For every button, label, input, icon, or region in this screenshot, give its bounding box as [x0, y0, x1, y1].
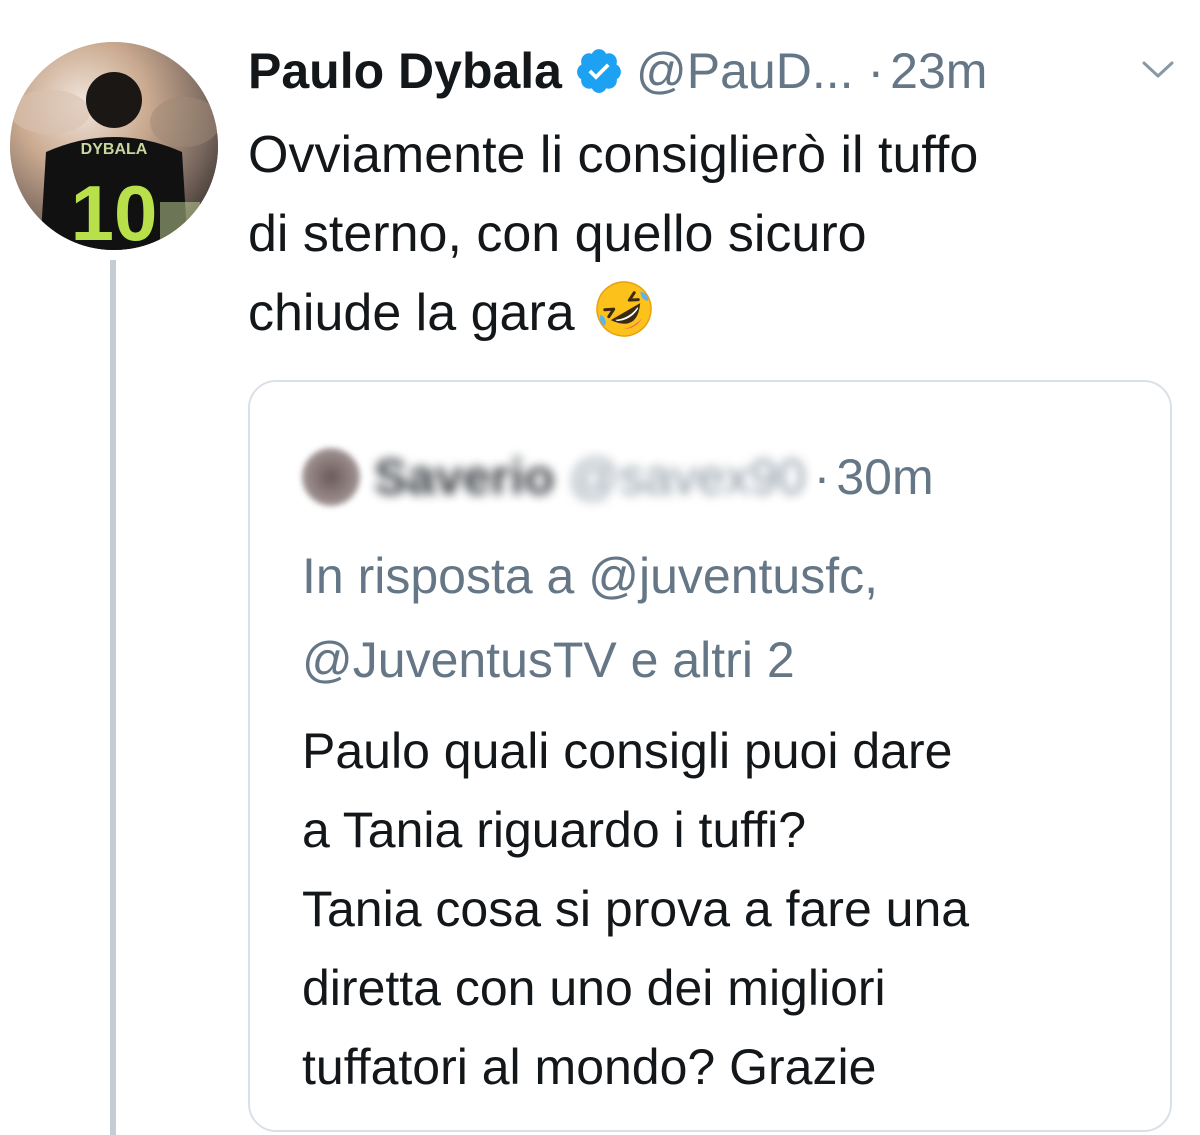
reply-context-line: @JuventusTV e altri 2	[302, 632, 795, 688]
tweet[interactable]: DYBALA 10 Paulo Dybala @PauD... · 23m Ov…	[0, 0, 1200, 1135]
jersey-number: 10	[71, 169, 158, 250]
quoted-text-line: a Tania riguardo i tuffi?	[302, 802, 807, 858]
quoted-author-handle[interactable]: @savex90	[569, 448, 806, 506]
quoted-tweet[interactable]: Saverio @savex90 · 30m In risposta a @ju…	[248, 380, 1172, 1132]
separator-dot: ·	[867, 43, 885, 99]
quoted-tweet-header: Saverio @savex90 · 30m	[302, 442, 934, 512]
quoted-author-name[interactable]: Saverio	[374, 448, 555, 506]
quoted-text-line: tuffatori al mondo? Grazie	[302, 1039, 877, 1095]
tweet-text: Ovviamente li consiglierò il tuffo di st…	[248, 116, 1148, 353]
quoted-text-line: Paulo quali consigli puoi dare	[302, 723, 953, 779]
tweet-timestamp[interactable]: 23m	[890, 42, 987, 100]
rolling-on-floor-laughing-emoji-icon	[593, 278, 655, 340]
quoted-text-line: Tania cosa si prova a fare una	[302, 881, 970, 937]
thread-line	[110, 260, 116, 1135]
author-handle[interactable]: @PauD...	[636, 42, 854, 100]
quoted-tweet-timestamp[interactable]: 30m	[836, 448, 933, 506]
jersey-name: DYBALA	[81, 141, 148, 158]
tweet-text-line: Ovviamente li consiglierò il tuffo	[248, 126, 979, 184]
author-name[interactable]: Paulo Dybala	[248, 42, 562, 100]
tweet-header: Paulo Dybala @PauD... · 23m	[248, 38, 987, 104]
quoted-text-line: diretta con uno dei migliori	[302, 960, 886, 1016]
tweet-text-line: di sterno, con quello sicuro	[248, 205, 867, 263]
quoted-author-avatar[interactable]	[302, 448, 360, 506]
quoted-tweet-text: Paulo quali consigli puoi dare a Tania r…	[302, 712, 1152, 1107]
tweet-text-line: chiude la gara	[248, 284, 575, 342]
avatar-image: DYBALA 10	[10, 42, 218, 250]
tweet-text-line-with-emoji: chiude la gara	[248, 274, 1148, 353]
reply-context-line: In risposta a @juventusfc,	[302, 548, 879, 604]
separator-dot: ·	[813, 449, 831, 505]
chevron-down-icon[interactable]	[1140, 58, 1176, 82]
reply-context[interactable]: In risposta a @juventusfc, @JuventusTV e…	[302, 534, 1152, 702]
author-avatar[interactable]: DYBALA 10	[10, 42, 218, 250]
verified-badge-icon	[574, 46, 624, 96]
